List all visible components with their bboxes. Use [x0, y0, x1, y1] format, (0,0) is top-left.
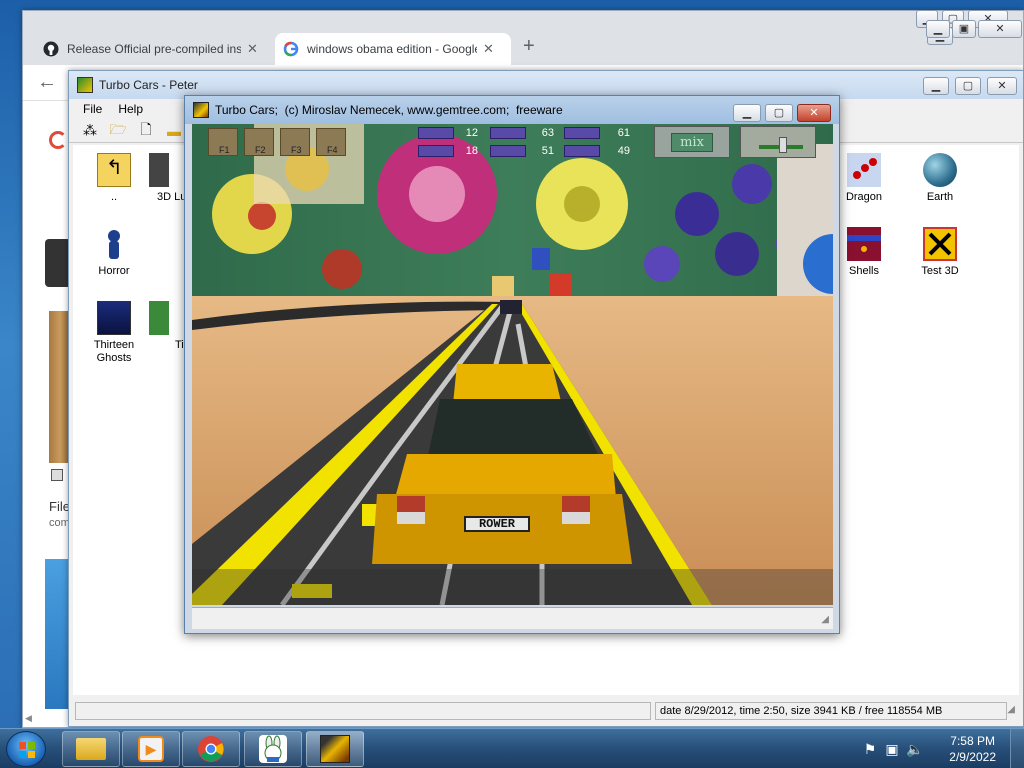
new-tab-button[interactable]: + — [523, 35, 535, 58]
hud-score-3: 63 — [490, 126, 554, 140]
status-file-info: date 8/29/2012, time 2:50, size 3941 KB … — [655, 702, 1007, 720]
close-button[interactable]: ✕ — [978, 20, 1022, 38]
list-item[interactable]: Tit — [139, 301, 189, 352]
google-logo-fragment — [49, 131, 67, 149]
taskbar-media-player-button[interactable]: ▶ — [122, 731, 180, 767]
peter-rabbit-icon — [259, 735, 287, 763]
tree-view-icon[interactable]: ⁂ — [79, 121, 101, 141]
status-segment — [75, 702, 651, 720]
list-item[interactable]: Earth — [905, 153, 975, 204]
hud-key-f4[interactable]: F4 — [316, 128, 346, 156]
open-folder-icon[interactable]: 🗁 — [107, 121, 129, 141]
program-icon — [149, 153, 169, 187]
image-icon — [51, 469, 63, 481]
scroll-left-arrow[interactable]: ◀ — [25, 713, 32, 724]
minimize-button[interactable]: ▁ — [923, 77, 949, 95]
close-button[interactable]: ✕ — [987, 77, 1017, 95]
windows-logo-icon — [19, 742, 35, 758]
github-icon — [43, 41, 59, 57]
media-player-icon: ▶ — [138, 736, 164, 762]
minimize-button[interactable]: ▁ — [926, 20, 950, 38]
explorer-statusbar: date 8/29/2012, time 2:50, size 3941 KB … — [73, 700, 1019, 722]
volume-icon[interactable]: 🔈 — [906, 741, 923, 757]
close-tab-icon[interactable]: ✕ — [483, 41, 494, 57]
taskbar-chrome-button[interactable] — [182, 731, 240, 767]
hud-score-1: 12 — [418, 126, 478, 140]
earth-icon — [923, 153, 957, 187]
restore-button[interactable]: ▣ — [952, 20, 976, 38]
hud-score-2: 18 — [418, 144, 478, 158]
google-icon — [283, 41, 299, 57]
browser-tab-google[interactable]: windows obama edition - Google ✕ — [275, 33, 511, 65]
close-tab-icon[interactable]: ✕ — [247, 41, 258, 57]
new-file-icon[interactable]: 🗋 — [135, 121, 157, 141]
clock-date: 2/9/2022 — [949, 750, 996, 764]
maximize-button[interactable]: ▢ — [955, 77, 981, 95]
resize-grip-icon[interactable]: ◢ — [1007, 704, 1015, 715]
turbo-cars-app-icon — [193, 102, 209, 118]
game-scene — [192, 124, 833, 605]
folder-icon — [76, 738, 106, 760]
turbo-cars-icon — [320, 735, 350, 763]
turbo-cars-app-icon — [77, 77, 93, 93]
item-label: Earth — [926, 191, 954, 203]
tab-label: Release Official pre-compiled ins — [67, 42, 241, 56]
network-icon[interactable]: ▣ — [884, 741, 900, 757]
hud-key-f2[interactable]: F2 — [244, 128, 274, 156]
game-window: Turbo Cars; (c) Miroslav Nemecek, www.ge… — [184, 95, 840, 634]
folder-icon[interactable]: ▬ — [163, 121, 185, 141]
taskbar: ▶ ⚑ ▣ 🔈 7:58 PM 2/9/2022 — [0, 728, 1024, 768]
back-arrow-icon[interactable]: ← — [37, 71, 57, 94]
menu-file[interactable]: File — [83, 102, 102, 116]
show-desktop-button[interactable] — [1010, 729, 1024, 768]
hud-score-5: 61 — [564, 126, 630, 140]
hud-volume-slider[interactable] — [740, 126, 816, 158]
start-button[interactable] — [6, 731, 46, 767]
page-text-com: com — [49, 517, 70, 529]
chrome-icon — [198, 736, 224, 762]
item-label: Test 3D — [921, 265, 959, 277]
system-tray: ⚑ ▣ 🔈 — [854, 729, 1024, 768]
horror-icon — [97, 227, 131, 261]
maximize-button[interactable]: ▢ — [765, 104, 793, 122]
taskbar-turbo-cars-button[interactable] — [306, 731, 364, 767]
list-item[interactable]: Test 3D — [905, 227, 975, 278]
list-item[interactable]: Horror — [79, 227, 149, 278]
test3d-icon — [923, 227, 957, 261]
up-folder-icon: ↰ — [97, 153, 131, 187]
thirteen-ghosts-icon — [97, 301, 131, 335]
resize-grip-icon[interactable]: ◢ — [821, 614, 829, 625]
hud-score-4: 51 — [490, 144, 554, 158]
action-center-flag-icon[interactable]: ⚑ — [862, 741, 878, 757]
item-label: Tit — [175, 339, 187, 351]
close-button[interactable]: ✕ — [797, 104, 831, 122]
hud-mix-button[interactable]: mix — [654, 126, 730, 158]
browser-tabstrip: Release Official pre-compiled ins ✕ wind… — [23, 11, 1023, 65]
dragon-icon — [847, 153, 881, 187]
item-label: Horror — [98, 265, 130, 277]
item-label: 3D Lu — [157, 191, 187, 203]
game-statusbar: ◢ — [192, 607, 833, 629]
page-text-file: File — [49, 499, 70, 514]
window-title: Turbo Cars; (c) Miroslav Nemecek, www.ge… — [215, 103, 563, 117]
shells-icon — [847, 227, 881, 261]
system-clock[interactable]: 7:58 PM 2/9/2022 — [949, 733, 996, 765]
program-icon — [149, 301, 169, 335]
hud-key-f3[interactable]: F3 — [280, 128, 310, 156]
tab-label: windows obama edition - Google — [307, 42, 477, 56]
clock-time: 7:58 PM — [950, 734, 995, 748]
browser-tab-release[interactable]: Release Official pre-compiled ins ✕ — [35, 33, 266, 65]
window-title: Turbo Cars - Peter — [99, 78, 198, 92]
hud-score-6: 49 — [564, 144, 630, 158]
taskbar-peter-button[interactable] — [244, 731, 302, 767]
taskbar-explorer-button[interactable] — [62, 731, 120, 767]
minimize-button[interactable]: ▁ — [733, 104, 761, 122]
license-plate: ROWER — [464, 516, 530, 532]
menu-help[interactable]: Help — [118, 102, 143, 116]
hud-key-f1[interactable]: F1 — [208, 128, 238, 156]
game-viewport[interactable]: F1 F2 F3 F4 12 18 63 51 61 49 mix ROWER — [192, 124, 833, 605]
list-item[interactable]: 3D Lu — [139, 153, 189, 204]
